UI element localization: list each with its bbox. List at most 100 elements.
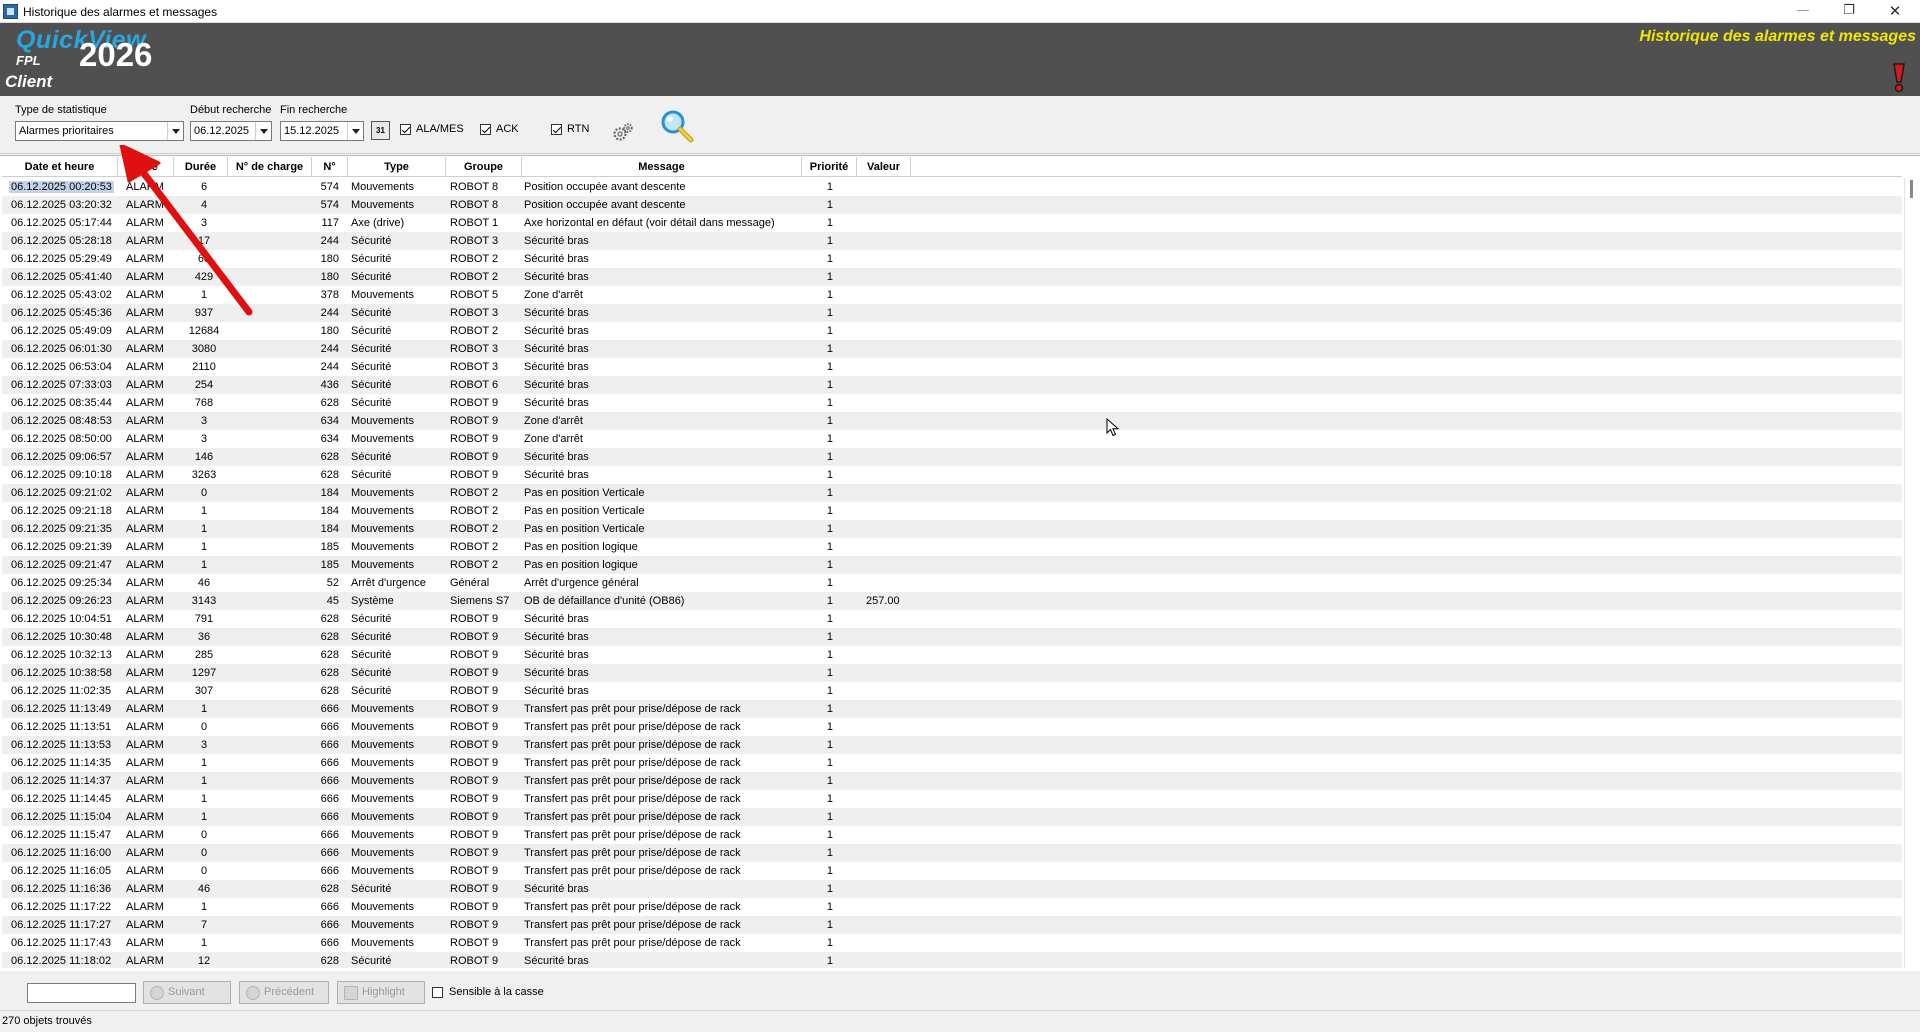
cell-charge [230,376,312,394]
checkbox-box[interactable] [551,123,562,135]
table-row[interactable]: 06.12.2025 10:32:13 ALARM 285 628 Sécurité RO… [2,646,1902,664]
cell-message: Sécurité bras [524,952,802,968]
table-row[interactable]: 06.12.2025 06:53:04 ALARM 2110 244 Sécurité R… [2,358,1902,376]
table-row[interactable]: 06.12.2025 11:15:04 ALARM 1 666 Mouvements RO… [2,808,1902,826]
column-header-group[interactable]: Groupe [446,157,522,177]
table-row[interactable]: 06.12.2025 11:16:05 ALARM 0 666 Mouvements RO… [2,862,1902,880]
column-header-date[interactable]: Date et heure [2,157,118,177]
table-row[interactable]: 06.12.2025 08:35:44 ALARM 768 628 Sécurité RO… [2,394,1902,412]
table-row[interactable]: 06.12.2025 07:33:03 ALARM 254 436 Sécurité RO… [2,376,1902,394]
search-magnifier-icon[interactable] [660,109,694,143]
cell-group: ROBOT 2 [450,556,522,574]
cell-duration-text: 12 [197,955,211,967]
table-row[interactable]: 06.12.2025 11:17:27 ALARM 7 666 Mouvements RO… [2,916,1902,934]
table-row[interactable]: 06.12.2025 05:43:02 ALARM 1 378 Mouvements RO… [2,286,1902,304]
table-row[interactable]: 06.12.2025 11:15:47 ALARM 0 666 Mouvements RO… [2,826,1902,844]
table-row[interactable]: 06.12.2025 11:14:35 ALARM 1 666 Mouvements RO… [2,754,1902,772]
case-sensitive-checkbox[interactable]: Sensible à la casse [432,986,544,998]
next-button[interactable]: Suivant [143,981,231,1004]
end-date-picker[interactable]: 15.12.2025 [280,121,364,141]
close-button[interactable]: ✕ [1872,0,1918,23]
table-row[interactable]: 06.12.2025 05:45:36 ALARM 937 244 Sécurité RO… [2,304,1902,322]
table-row[interactable]: 06.12.2025 10:30:48 ALARM 36 628 Sécurité ROB… [2,628,1902,646]
table-body[interactable]: 06.12.2025 00:20:53 ALARM 6 574 Mouvements RO… [2,178,1902,968]
stat-type-select[interactable]: Alarmes prioritaires [15,121,184,141]
chevron-down-icon[interactable] [347,122,363,140]
table-row[interactable]: 06.12.2025 09:21:02 ALARM 0 184 Mouvements RO… [2,484,1902,502]
table-row[interactable]: 06.12.2025 09:21:18 ALARM 1 184 Mouvements RO… [2,502,1902,520]
table-row[interactable]: 06.12.2025 09:21:47 ALARM 1 185 Mouvements RO… [2,556,1902,574]
table-row[interactable]: 06.12.2025 05:41:40 ALARM 429 180 Sécurité RO… [2,268,1902,286]
restore-button[interactable]: ❐ [1826,0,1872,23]
table-row[interactable]: 06.12.2025 10:04:51 ALARM 791 628 Sécurité RO… [2,610,1902,628]
checkbox-ack[interactable]: ACK [480,123,519,135]
cell-message: Pas en position Verticale [524,520,802,538]
checkbox-box[interactable] [480,123,491,135]
table-row[interactable]: 06.12.2025 11:13:53 ALARM 3 666 Mouvements RO… [2,736,1902,754]
checkbox-ala-mes[interactable]: ALA/MES [400,123,464,135]
previous-button[interactable]: Précédent [239,981,329,1004]
settings-gears-icon[interactable] [612,121,634,143]
table-row[interactable]: 06.12.2025 05:29:49 ALARM 68 180 Sécurité ROB… [2,250,1902,268]
cell-priority: 1 [802,772,833,790]
table-row[interactable]: 06.12.2025 00:20:53 ALARM 6 574 Mouvements RO… [2,178,1902,196]
table-row[interactable]: 06.12.2025 09:25:34 ALARM 46 52 Arrêt d'urge… [2,574,1902,592]
cell-kind-text: ALARM [126,307,164,319]
column-header-type[interactable]: Type [348,157,446,177]
table-row[interactable]: 06.12.2025 11:13:49 ALARM 1 666 Mouvements RO… [2,700,1902,718]
column-header-value[interactable]: Valeur [857,157,911,177]
column-header-kind[interactable]: Type [118,157,174,177]
scrollbar-thumb[interactable] [1910,180,1913,198]
table-row[interactable]: 06.12.2025 08:48:53 ALARM 3 634 Mouvements RO… [2,412,1902,430]
cell-charge [230,772,312,790]
cell-number-text: 574 [320,199,339,211]
table-row[interactable]: 06.12.2025 05:17:44 ALARM 3 117 Axe (drive) R… [2,214,1902,232]
table-row[interactable]: 06.12.2025 10:38:58 ALARM 1297 628 Sécurité R… [2,664,1902,682]
cell-type-text: Mouvements [351,865,414,877]
cell-number: 628 [312,394,339,412]
table-row[interactable]: 06.12.2025 11:13:51 ALARM 0 666 Mouvements RO… [2,718,1902,736]
cell-type-text: Mouvements [351,541,414,553]
cell-kind: ALARM [126,502,178,520]
table-row[interactable]: 06.12.2025 11:17:43 ALARM 1 666 Mouvements RO… [2,934,1902,952]
alarm-history-table[interactable]: Date et heure Type Durée N° de charge N°… [0,155,1920,971]
table-row[interactable]: 06.12.2025 09:21:35 ALARM 1 184 Mouvements RO… [2,520,1902,538]
find-text-input[interactable] [27,983,136,1003]
column-header-number[interactable]: N° [312,157,348,177]
alert-exclamation-icon[interactable] [1890,62,1908,94]
table-row[interactable]: 06.12.2025 05:28:18 ALARM 17 244 Sécurité ROB… [2,232,1902,250]
checkbox-rtn[interactable]: RTN [551,123,589,135]
column-header-priority[interactable]: Priorité [802,157,857,177]
cell-group: ROBOT 9 [450,448,522,466]
table-row[interactable]: 06.12.2025 06:01:30 ALARM 3080 244 Sécurité R… [2,340,1902,358]
table-row[interactable]: 06.12.2025 09:21:39 ALARM 1 185 Mouvements RO… [2,538,1902,556]
table-row[interactable]: 06.12.2025 11:16:36 ALARM 46 628 Sécurité ROB… [2,880,1902,898]
table-row[interactable]: 06.12.2025 09:26:23 ALARM 3143 45 Système Sie… [2,592,1902,610]
table-row[interactable]: 06.12.2025 11:14:37 ALARM 1 666 Mouvements RO… [2,772,1902,790]
table-row[interactable]: 06.12.2025 11:02:35 ALARM 307 628 Sécurité RO… [2,682,1902,700]
cell-kind: ALARM [126,304,178,322]
column-header-message[interactable]: Message [522,157,802,177]
table-row[interactable]: 06.12.2025 11:14:45 ALARM 1 666 Mouvements RO… [2,790,1902,808]
table-row[interactable]: 06.12.2025 03:20:32 ALARM 4 574 Mouvements RO… [2,196,1902,214]
chevron-down-icon[interactable] [167,122,183,140]
checkbox-box[interactable] [400,123,411,135]
table-row[interactable]: 06.12.2025 08:50:00 ALARM 3 634 Mouvements RO… [2,430,1902,448]
vertical-scrollbar[interactable] [1904,178,1918,968]
calendar-icon[interactable]: 31 [371,121,390,140]
table-row[interactable]: 06.12.2025 09:10:18 ALARM 3263 628 Sécurité R… [2,466,1902,484]
cell-duration-text: 12684 [188,325,220,337]
column-header-charge[interactable]: N° de charge [228,157,312,177]
table-row[interactable]: 06.12.2025 11:17:22 ALARM 1 666 Mouvements RO… [2,898,1902,916]
column-header-duration[interactable]: Durée [174,157,228,177]
minimize-button[interactable]: — [1780,0,1826,23]
chevron-down-icon[interactable] [255,122,271,140]
start-date-picker[interactable]: 06.12.2025 [190,121,272,141]
table-row[interactable]: 06.12.2025 11:16:00 ALARM 0 666 Mouvements RO… [2,844,1902,862]
table-row[interactable]: 06.12.2025 11:18:02 ALARM 12 628 Sécurité ROB… [2,952,1902,968]
cell-charge [230,700,312,718]
table-row[interactable]: 06.12.2025 09:06:57 ALARM 146 628 Sécurité RO… [2,448,1902,466]
table-row[interactable]: 06.12.2025 05:49:09 ALARM 12684 180 Sécurité… [2,322,1902,340]
checkbox-box[interactable] [432,986,443,998]
highlight-button[interactable]: Highlight [337,981,425,1004]
